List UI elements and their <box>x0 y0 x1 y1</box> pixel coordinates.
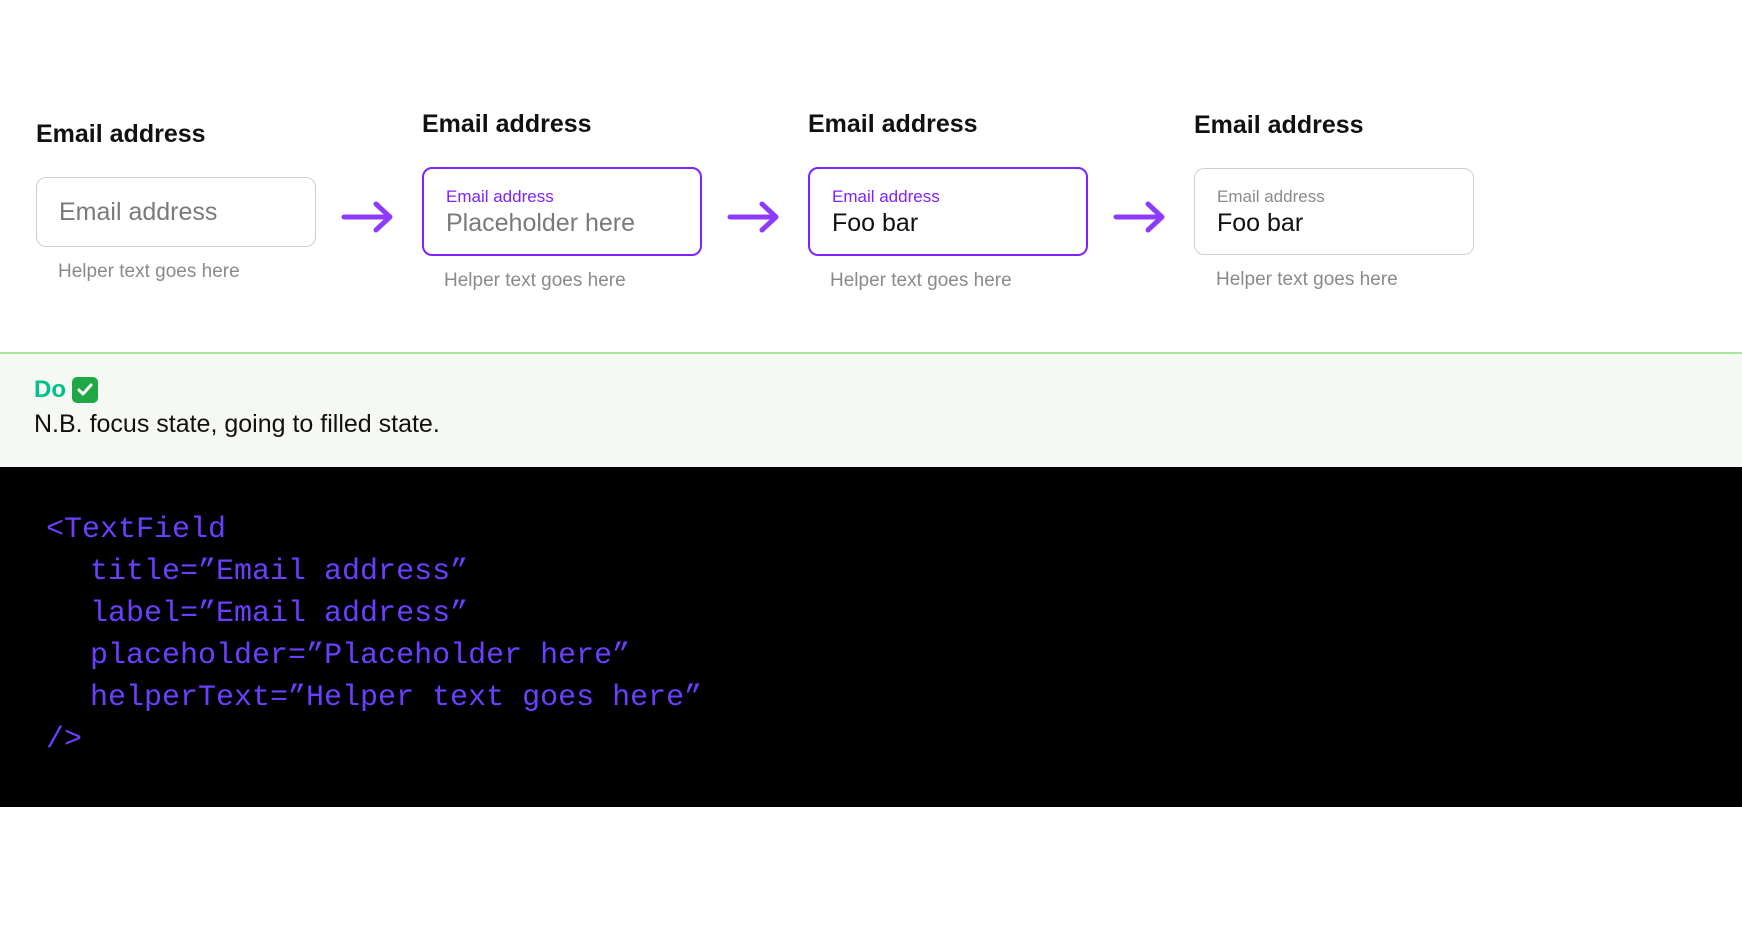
code-attr-value: ”Email address” <box>198 555 468 589</box>
do-label: Do <box>34 376 98 404</box>
do-callout: Do N.B. focus state, going to filled sta… <box>0 352 1742 467</box>
helper-text: Helper text goes here <box>830 270 1088 292</box>
field-title: Email address <box>1194 111 1474 140</box>
code-attr-value: ”Email address” <box>198 597 468 631</box>
code-close-tag: /> <box>46 723 82 757</box>
text-input-focused[interactable]: Email address Placeholder here <box>422 167 702 256</box>
helper-text: Helper text goes here <box>1216 269 1474 291</box>
text-input-filled[interactable]: Email address Foo bar <box>1194 168 1474 255</box>
field-group-focused-filled: Email address Email address Foo bar Help… <box>808 110 1088 292</box>
field-title: Email address <box>422 110 702 139</box>
arrow-right-icon <box>340 199 398 240</box>
code-attr-name: helperText <box>90 681 270 715</box>
code-attr-value: ”Placeholder here” <box>306 639 630 673</box>
input-floating-label: Email address <box>832 187 1064 207</box>
input-floating-label: Email address <box>446 187 678 207</box>
input-floating-label: Email address <box>1217 187 1451 207</box>
input-placeholder: Email address <box>59 198 293 227</box>
do-label-text: Do <box>34 376 66 404</box>
code-block: <TextField title=”Email address” label=”… <box>0 467 1742 807</box>
input-value: Foo bar <box>832 209 1064 238</box>
text-input-focused-filled[interactable]: Email address Foo bar <box>808 167 1088 256</box>
field-states-row: Email address Email address Helper text … <box>0 0 1742 352</box>
field-group-default: Email address Email address Helper text … <box>36 120 316 283</box>
code-attr-name: label <box>90 597 180 631</box>
helper-text: Helper text goes here <box>58 261 316 283</box>
field-group-filled: Email address Email address Foo bar Help… <box>1194 111 1474 291</box>
helper-text: Helper text goes here <box>444 270 702 292</box>
code-attr-value: ”Helper text goes here” <box>288 681 702 715</box>
arrow-right-icon <box>726 199 784 240</box>
code-open-tag: <TextField <box>46 513 226 547</box>
check-icon <box>72 377 98 403</box>
arrow-right-icon <box>1112 199 1170 240</box>
field-title: Email address <box>36 120 316 149</box>
input-value: Foo bar <box>1217 209 1451 238</box>
code-attr-name: placeholder <box>90 639 288 673</box>
text-input-default[interactable]: Email address <box>36 177 316 247</box>
input-placeholder: Placeholder here <box>446 209 678 238</box>
code-attr-name: title <box>90 555 180 589</box>
field-group-focused: Email address Email address Placeholder … <box>422 110 702 292</box>
do-description: N.B. focus state, going to filled state. <box>34 410 1708 439</box>
field-title: Email address <box>808 110 1088 139</box>
